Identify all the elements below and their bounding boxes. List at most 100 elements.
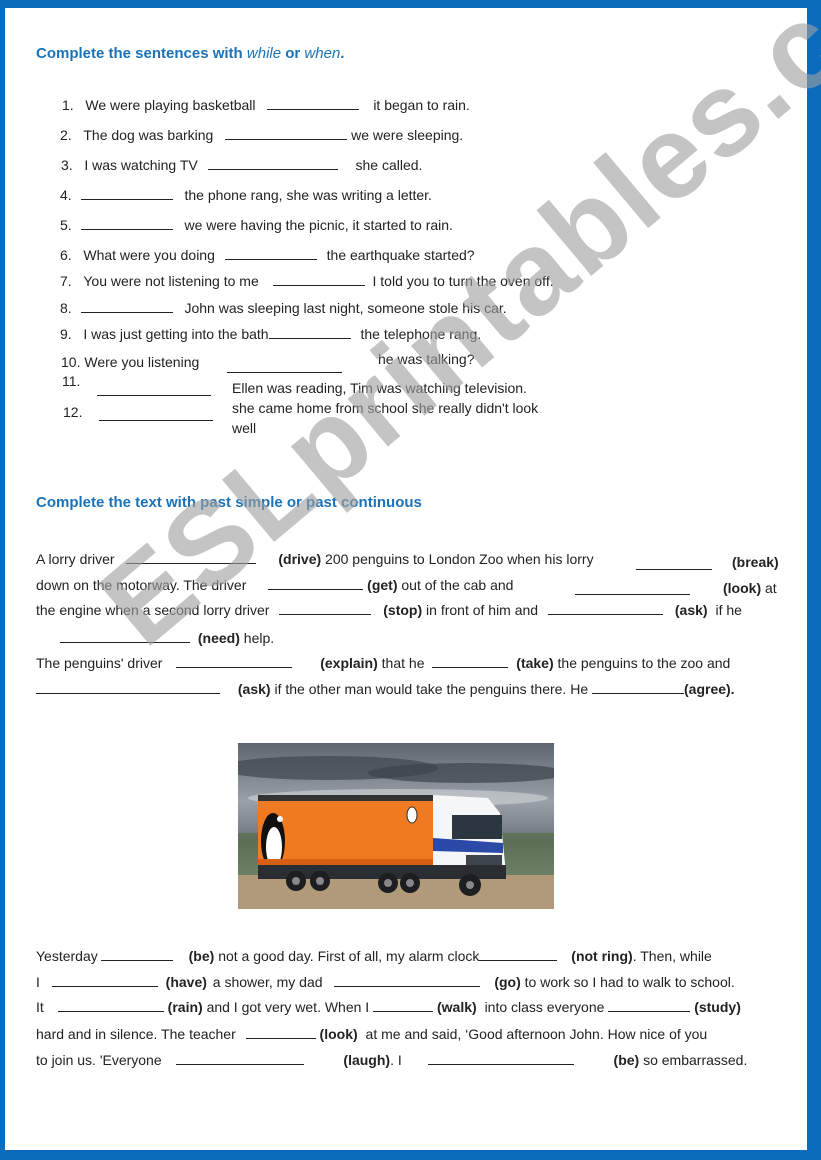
text: I was just getting into the bath [83, 326, 269, 342]
text: Complete the sentences with [36, 45, 243, 62]
text: a shower, my dad [212, 974, 323, 990]
text-line: A lorry driver (drive) 200 penguins to L… [36, 551, 594, 567]
text: John was sleeping last night, someone st… [184, 300, 507, 316]
answer-blank[interactable] [432, 655, 509, 668]
text: the earthquake started? [326, 247, 475, 263]
text: we were sleeping. [351, 127, 464, 143]
answer-blank[interactable] [592, 681, 684, 694]
answer-blank[interactable] [272, 273, 365, 286]
text: if he [715, 602, 742, 618]
text: (need) [197, 630, 240, 646]
answer-blank[interactable] [175, 1052, 304, 1065]
text: not a good day. First of all, my alarm c… [218, 948, 480, 964]
list-item: 10. Were you listening [61, 354, 199, 370]
answer-blank[interactable] [268, 326, 351, 339]
text: help. [243, 630, 275, 646]
answer-blank[interactable] [36, 681, 220, 694]
answer-blank[interactable] [279, 602, 372, 615]
answer-blank[interactable] [224, 247, 317, 260]
worksheet-page: Complete the sentences with while or whe… [5, 0, 821, 1150]
answer-blank[interactable] [225, 127, 348, 140]
text: we were having the picnic, it started to… [184, 217, 453, 233]
answer-blank[interactable] [51, 974, 158, 987]
text: (rain) [167, 999, 203, 1015]
answer-blank[interactable] [268, 577, 364, 590]
answer-blank[interactable] [479, 948, 558, 961]
text: The dog was barking [83, 127, 214, 143]
answer-blank[interactable] [97, 383, 211, 396]
text: 3. [61, 157, 73, 173]
answer-blank[interactable] [427, 1052, 574, 1065]
text: (walk) [436, 999, 477, 1015]
text: . I [390, 1052, 402, 1068]
text: We were playing basketball [85, 97, 256, 113]
text: Yesterday [36, 948, 98, 964]
text: into class everyone [484, 999, 605, 1015]
answer-blank[interactable] [176, 655, 293, 668]
text: at me and said, ‘Good afternoon John. Ho… [365, 1026, 708, 1042]
answer-blank[interactable] [100, 948, 173, 961]
answer-blank[interactable] [99, 408, 213, 421]
answer-blank[interactable] [245, 1026, 316, 1039]
text: What were you doing [83, 247, 215, 263]
text-line: to join us. 'Everyone (laugh). I (be) so… [36, 1052, 747, 1068]
answer-blank[interactable] [207, 157, 338, 170]
text: the engine when a second lorry driver [36, 602, 270, 618]
answer-blank[interactable] [636, 557, 712, 570]
item-text: Ellen was reading, Tim was watching tele… [232, 380, 527, 396]
text-line: It (rain) and I got very wet. When I (wa… [36, 999, 741, 1015]
text: (look) [319, 1026, 358, 1042]
text: (take) [516, 655, 554, 671]
text: 4. [60, 187, 72, 203]
text: The penguins' driver [36, 655, 163, 671]
text: (study) [694, 999, 741, 1015]
text: 8. [60, 300, 72, 316]
answer-blank[interactable] [80, 187, 173, 200]
answer-blank[interactable] [227, 360, 342, 373]
text: to work so I had to walk to school. [524, 974, 735, 990]
text: 10. [61, 354, 81, 370]
text: (not ring) [571, 948, 633, 964]
text: the phone rang, she was writing a letter… [184, 187, 432, 203]
text: at [765, 580, 777, 596]
text: (get) [367, 577, 398, 593]
item-text: he was talking? [378, 351, 475, 367]
text: You were not listening to me [83, 273, 259, 289]
answer-blank[interactable] [80, 300, 173, 313]
text: I [36, 974, 40, 990]
list-item: 9. I was just getting into the bath the … [60, 326, 481, 342]
text: (laugh) [343, 1052, 391, 1068]
text: the penguins to the zoo and [557, 655, 731, 671]
text: 2. [60, 127, 72, 143]
text: . Then, while [632, 948, 712, 964]
text: it began to rain. [373, 97, 470, 113]
text-line: (need) help. [60, 630, 274, 646]
answer-blank[interactable] [267, 97, 360, 110]
answer-blank[interactable] [575, 582, 690, 595]
text: (stop) [383, 602, 423, 618]
answer-blank[interactable] [57, 999, 164, 1012]
answer-blank[interactable] [547, 602, 663, 615]
list-item: 3. I was watching TV she called. [61, 157, 422, 173]
answer-blank[interactable] [373, 999, 434, 1012]
text: (ask) [237, 681, 271, 697]
text: 9. [60, 326, 72, 342]
answer-blank[interactable] [126, 551, 257, 564]
text: down on the motorway. The driver [36, 577, 247, 593]
answer-blank[interactable] [60, 630, 190, 643]
item-text: well [232, 420, 257, 436]
list-item: 1. We were playing basketball it began t… [62, 97, 470, 113]
text: (be) [188, 948, 215, 964]
text: she called. [355, 157, 423, 173]
text: 7. [60, 273, 72, 289]
list-item: 5. we were having the picnic, it started… [60, 217, 453, 233]
text: 200 penguins to London Zoo when his lorr… [325, 551, 594, 567]
answer-blank[interactable] [80, 217, 173, 230]
list-item: 6. What were you doing the earthquake st… [60, 247, 475, 263]
text-line: down on the motorway. The driver (get) o… [36, 577, 513, 593]
text: 5. [60, 217, 72, 233]
text: (look) [723, 580, 762, 596]
answer-blank[interactable] [608, 999, 691, 1012]
text: . [340, 45, 345, 62]
answer-blank[interactable] [334, 974, 481, 987]
